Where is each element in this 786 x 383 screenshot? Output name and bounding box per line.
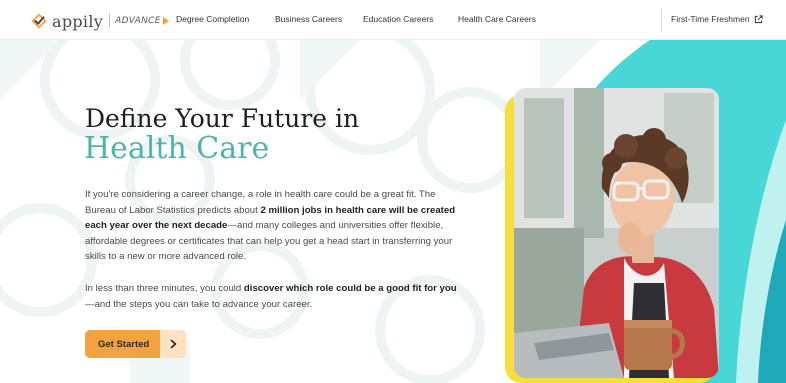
first-time-freshmen-link[interactable]: First-Time Freshmen bbox=[671, 14, 763, 24]
intro-paragraph: If you're considering a career change, a… bbox=[85, 187, 465, 265]
cta-arrow-box bbox=[160, 330, 186, 358]
nav-education-careers[interactable]: Education Careers bbox=[363, 14, 433, 24]
nav-degree-completion[interactable]: Degree Completion bbox=[176, 14, 249, 24]
first-time-freshmen-label: First-Time Freshmen bbox=[671, 14, 750, 24]
hero-title: Define Your Future in bbox=[85, 104, 360, 133]
appily-logo[interactable]: appily ADVANCE bbox=[30, 11, 169, 31]
logo-divider bbox=[109, 14, 111, 28]
quiz-paragraph: In less than three minutes, you could di… bbox=[85, 281, 465, 312]
emphasis-text: discover which role could be a good fit … bbox=[243, 283, 457, 294]
site-header: appily ADVANCE Degree Completion Busines… bbox=[0, 0, 786, 40]
external-link-icon bbox=[754, 14, 763, 23]
body-text: —and the steps you can take to advance y… bbox=[85, 298, 313, 310]
hero-title-accent: Health Care bbox=[84, 131, 270, 166]
hero-photo-woman-laptop bbox=[514, 88, 719, 378]
logo-wordmark: appily bbox=[52, 11, 104, 31]
appily-checkmark-logo-icon bbox=[31, 13, 47, 29]
body-text: In less than three minutes, you could bbox=[85, 283, 244, 294]
header-divider bbox=[661, 8, 662, 32]
logo-tagline: ADVANCE bbox=[115, 16, 161, 26]
logo-arrow-icon bbox=[162, 17, 169, 25]
get-started-button[interactable]: Get Started bbox=[85, 330, 186, 358]
get-started-label: Get Started bbox=[98, 338, 150, 350]
nav-business-careers[interactable]: Business Careers bbox=[275, 14, 342, 24]
chevron-right-icon bbox=[170, 339, 176, 349]
nav-health-care-careers[interactable]: Health Care Careers bbox=[458, 14, 536, 24]
